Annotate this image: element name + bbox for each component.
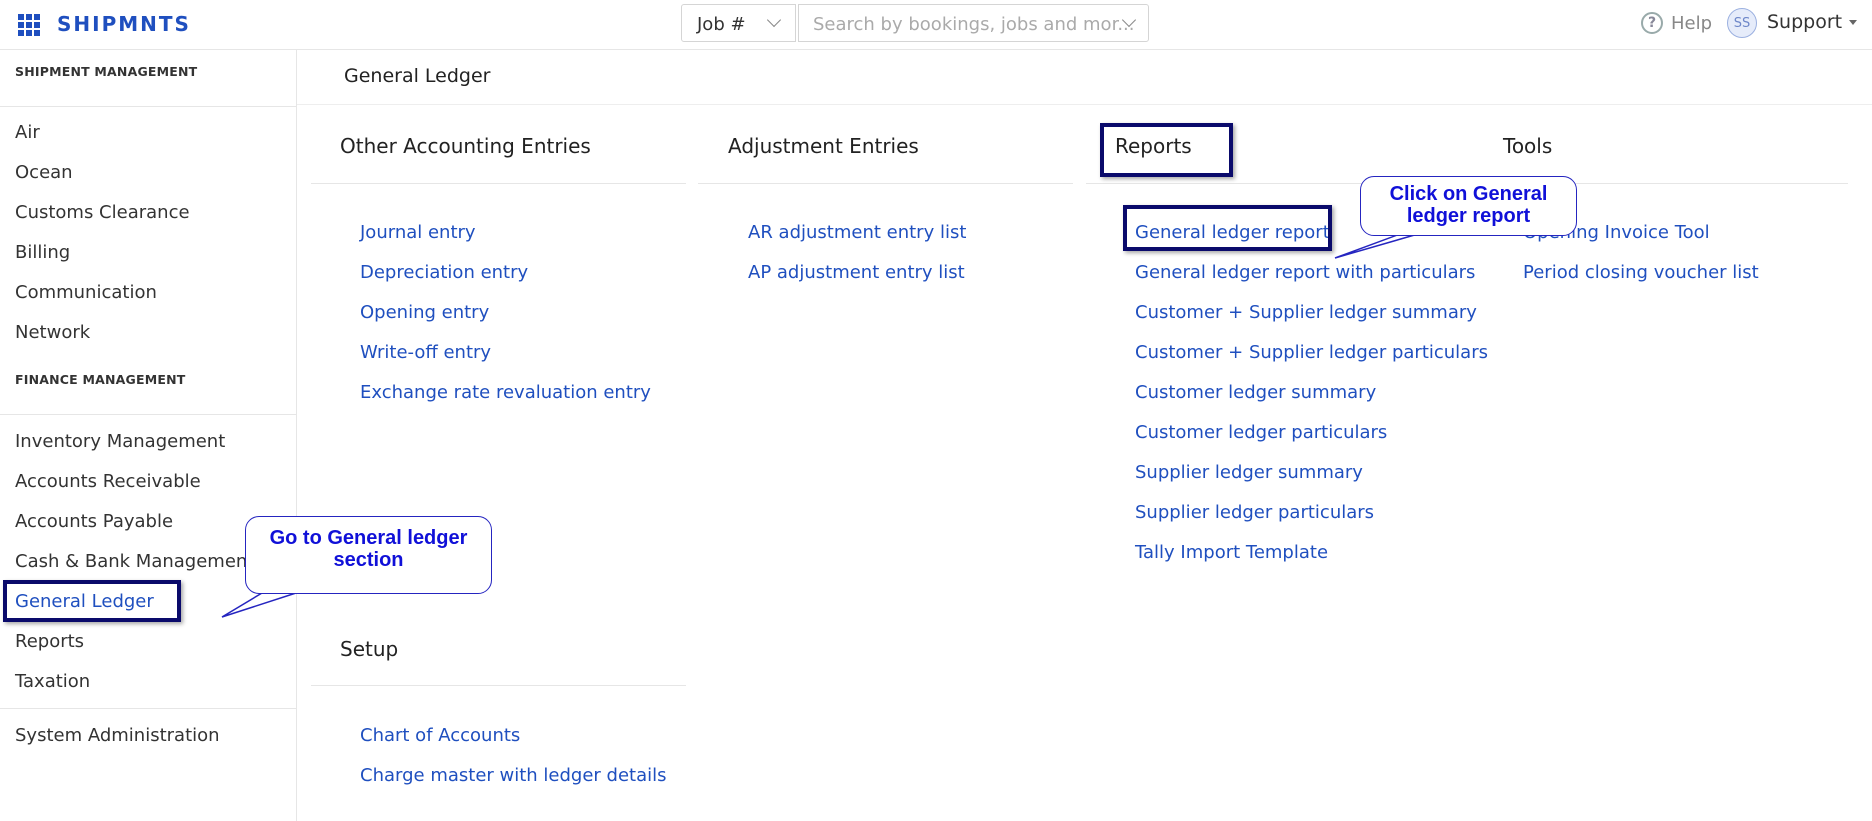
callout-pointers (221, 233, 1419, 618)
callout-click-general-ledger-report: Click on General ledger report (1360, 176, 1577, 236)
report-callout-pointer (1334, 233, 1419, 259)
callout-go-to-general-ledger: Go to General ledger section (245, 516, 492, 594)
sidebar-callout-pointer (221, 592, 297, 618)
